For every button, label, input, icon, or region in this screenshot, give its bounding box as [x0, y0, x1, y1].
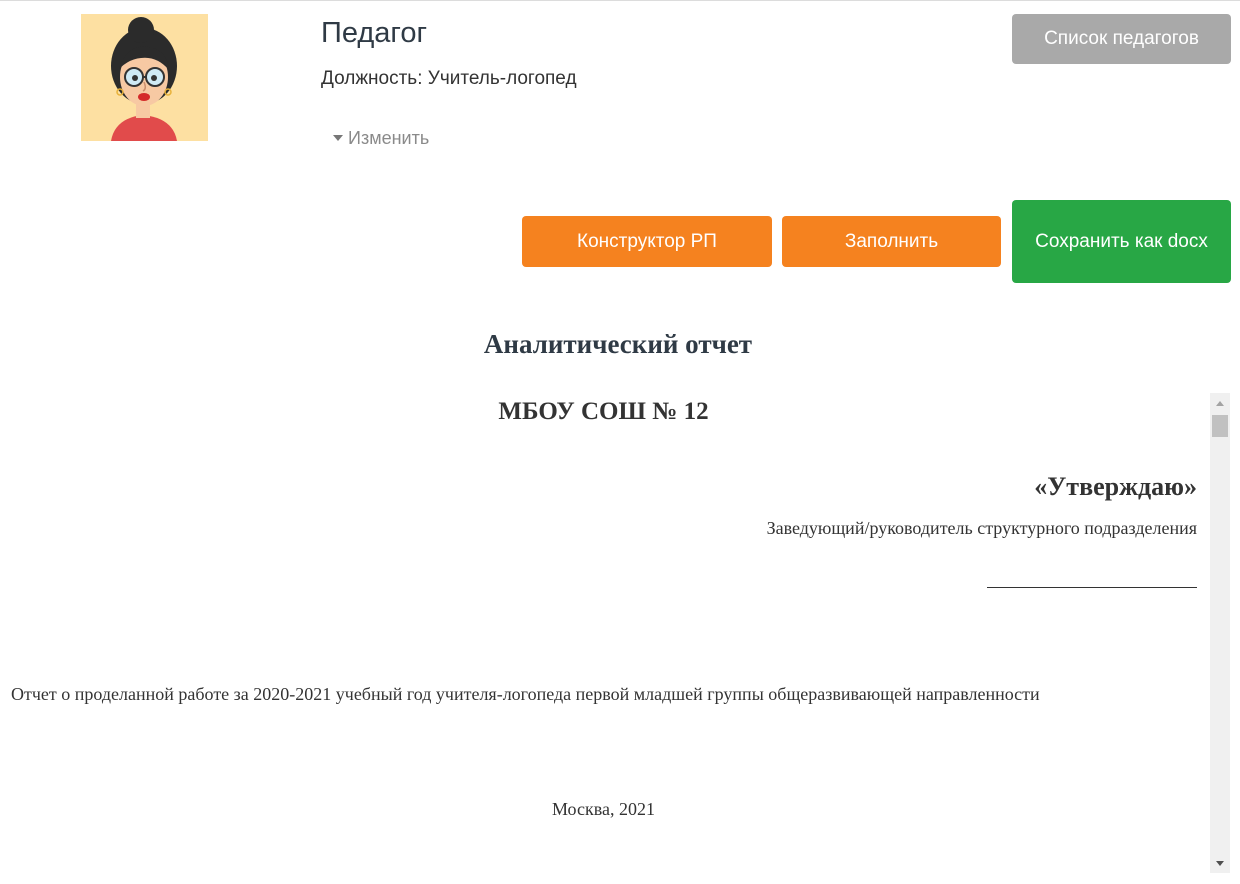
change-toggle[interactable]: Изменить [333, 127, 429, 149]
teacher-title: Педагог [321, 17, 428, 49]
avatar [81, 14, 208, 141]
teachers-list-button[interactable]: Список педагогов [1012, 14, 1231, 64]
scrollbar-thumb[interactable] [1212, 415, 1228, 437]
avatar-illustration [111, 17, 177, 141]
constructor-button[interactable]: Конструктор РП [522, 216, 772, 267]
city-year: Москва, 2021 [552, 799, 655, 819]
organization-name: МБОУ СОШ № 12 [498, 398, 709, 425]
report-title: Аналитический отчет [483, 329, 753, 359]
document-preview: МБОУ СОШ № 12 «Утверждаю» Заведующий/рук… [0, 393, 1210, 884]
document-scrollbar[interactable] [1210, 393, 1230, 873]
caret-down-icon [333, 135, 343, 142]
scroll-down-icon[interactable] [1210, 853, 1230, 873]
change-label: Изменить [348, 128, 430, 148]
scroll-up-icon[interactable] [1210, 393, 1230, 413]
top-divider [0, 0, 1240, 1]
save-docx-button[interactable]: Сохранить как docx [1012, 200, 1231, 283]
approver-title: Заведующий/руководитель структурного под… [766, 518, 1197, 538]
signature-line [987, 587, 1197, 588]
fill-button[interactable]: Заполнить [782, 216, 1001, 267]
report-description: Отчет о проделанной работе за 2020-2021 … [11, 684, 1040, 704]
approve-heading: «Утверждаю» [1034, 472, 1197, 501]
teacher-position: Должность: Учитель-логопед [321, 68, 577, 89]
